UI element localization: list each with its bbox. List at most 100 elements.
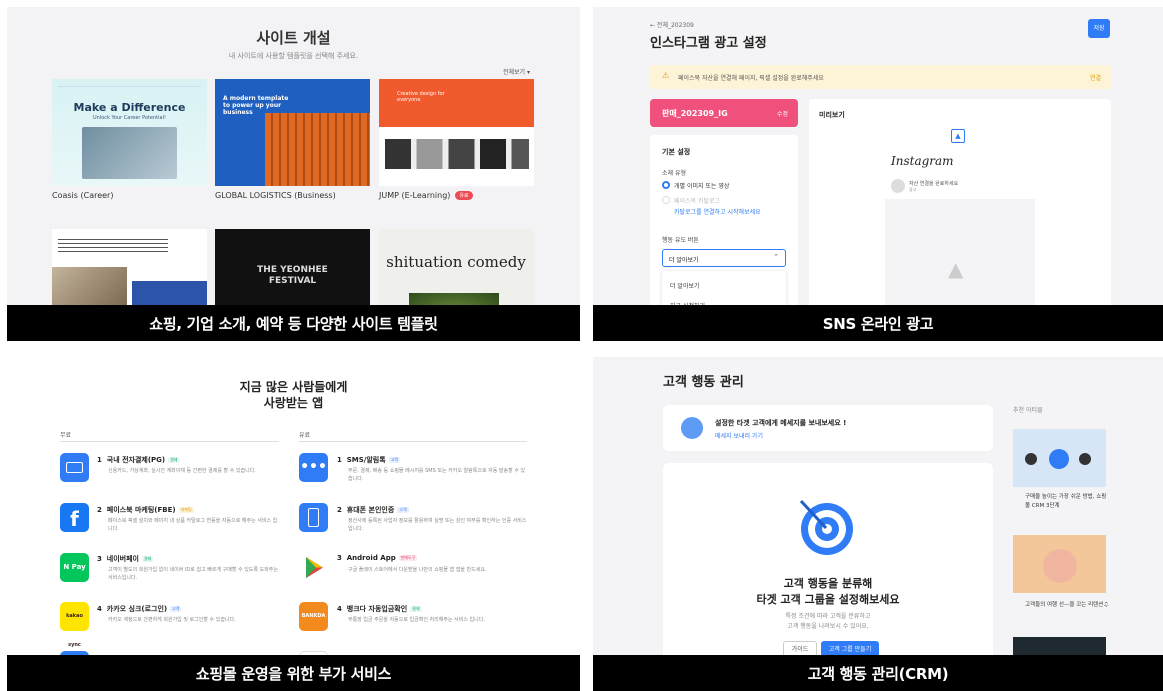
side-title: 추천 아티클 [1013,407,1043,414]
catalog-link[interactable]: 카탈로그를 연결하고 시작해보세요 [674,207,761,216]
panel-addon-services: 지금 많은 사람들에게 사랑받는 앱 무료 유료 1 국내 전자결제(PG) 결제… [7,357,580,691]
campaign-edit-link[interactable]: 수정 [777,109,788,118]
template-hero: Make a Difference [73,101,186,114]
template-card-jump[interactable]: Creative design for everyone [379,79,534,186]
campaign-name: 판매_202309_IG [662,109,728,118]
template-card-coasis[interactable]: Make a Difference Unlock Your Career Pot… [52,79,207,186]
empty-desc-1: 특정 조건에 따라 고객을 분류하고 [785,613,871,620]
avatar [1025,453,1037,465]
view-all-dropdown[interactable]: 전체보기 ▾ [503,67,530,76]
preview-sponsored: 광고 [909,187,917,192]
empty-title-1: 고객 행동을 분류해 [783,577,873,590]
caption: 고객 행동 관리(CRM) [593,655,1163,691]
mountain-icon: ▲ [948,257,964,281]
banner-text: 설정한 타겟 고객에게 메세지를 보내보세요 ! [715,419,847,427]
panel-crm: 고객 행동 관리 설정한 타겟 고객에게 메세지를 보내보세요 ! 메세지 보내… [593,357,1163,691]
empty-desc-2: 고객 행동을 나려보시 수 있어요. [787,623,869,630]
connect-link[interactable]: 연결 [1090,73,1101,82]
naverpay-icon: N Pay [60,553,89,582]
divider [60,441,279,442]
app-desc: 고객이 별도의 회원가입 없이 네이버 ID로 쉽고 빠르게 구매할 수 있도록… [108,567,279,581]
template-thumbs [385,139,529,169]
app-item-naverpay[interactable]: 3 네이버페이 결제 [97,554,154,564]
template-hero: shituation comedy [386,253,526,271]
template-image [82,127,177,179]
preview-title: 미리보기 [819,111,845,119]
google-play-icon [299,553,328,582]
save-button[interactable]: 저장 [1088,19,1110,38]
paid-heading: 유료 [299,432,311,439]
template-card-global-logistics[interactable]: A modern template to power up your busin… [215,79,370,186]
radio-unselected[interactable] [662,196,670,204]
message-banner[interactable]: 설정한 타겟 고객에게 메세지를 보내보세요 ! 메세지 보내러 가기 [663,405,993,451]
page-title: 고객 행동 관리 [663,375,744,390]
page-subtitle: 내 사이트에 사용할 템플릿을 선택해 주세요. [228,52,359,60]
warning-icon: ⚠ [662,71,670,80]
app-desc: 신용카드, 가상계좌, 실시간 계좌이체 등 간편한 결제를 할 수 있습니다. [108,468,256,474]
section-title: 기본 설정 [662,148,691,156]
illustration [1043,549,1077,583]
radio-selected[interactable] [662,181,670,189]
paid-badge: 유료 [455,191,473,200]
empty-state-card: 고객 행동을 분류해 타겟 고객 그룹을 설정해보세요 특정 조건에 따라 고객… [663,463,993,663]
back-link[interactable]: ← 전체_202309 [650,20,694,29]
app-item-phone-auth[interactable]: 2 휴대폰 본인인증 고객 [337,505,409,515]
field-label: 행동 유도 버튼 [662,237,699,244]
template-image [265,113,370,186]
kakao-sync-icon: kakao sync [60,602,89,648]
app-item-android[interactable]: 3 Android App 판매도구 [337,554,418,562]
app-desc: 정산사에 등록된 사업자 정보를 활용하여 실명 또는 성인 여부를 확인하는 … [348,518,527,532]
panel-instagram-ads: ← 전체_202309 인스타그램 광고 설정 저장 ⚠ 페이스북 자산을 연결… [593,7,1163,341]
template-hero-bg [379,79,534,127]
phone-lock-icon [299,503,328,532]
app-item-bankda[interactable]: 4 뱅크다 자동입금확인 결제 [337,604,422,614]
caption: SNS 온라인 광고 [593,305,1163,341]
avatar [891,179,905,193]
notice-bar: ⚠ 페이스북 자산을 연결해 페이지, 픽셀 설정을 완료해주세요 연결 [650,65,1111,89]
bankda-icon: BANKDA [299,602,328,631]
template-label: Coasis (Career) [52,191,114,200]
app-desc: 무통장 입금 주문을 자동으로 입금확인 처리해주는 서비스 입니다. [348,617,485,623]
template-nav [58,83,201,87]
article-thumbnail[interactable] [1013,429,1106,487]
divider [299,441,527,442]
article-title[interactable]: 구매율 높이는 가장 쉬운 방법, 쇼핑몰 CRM 3단계 [1025,493,1111,511]
cta-select[interactable]: 더 알아보기 ⌃ [662,249,786,267]
app-item-pg[interactable]: 1 국내 전자결제(PG) 결제 [97,455,180,465]
article-thumbnail[interactable] [1013,535,1106,593]
dropdown-option[interactable]: 더 알아보기 [670,281,700,290]
banner-link[interactable]: 메세지 보내러 가기 [715,431,763,440]
avatar [1079,453,1091,465]
page-title: 지금 많은 사람들에게 사랑받는 앱 [239,380,348,410]
article-title[interactable]: 고객들의 여행 선—을 꼬는 리텐션♫ [1025,601,1111,610]
page-title: 사이트 개설 [256,29,331,47]
page-title: 인스타그램 광고 설정 [650,36,767,51]
empty-title-2: 타겟 고객 그룹을 설정해보세요 [756,593,900,606]
app-item-kakao[interactable]: 4 카카오 싱크(로그인) 고객 [97,604,182,614]
preview-card: 미리보기 ▲ Instagram 자산 연결을 완료하세요 광고 ▲ [809,99,1111,335]
template-label: JUMP (E-Learning) 유료 [379,191,473,200]
app-desc: 페이스북 픽셀 설치와 페이지 내 상품 카탈로그 연동을 자동으로 해주는 서… [108,518,278,532]
template-hero: Creative design for everyone [397,91,445,103]
target-icon [793,495,857,559]
campaign-header: 판매_202309_IG 수정 [650,99,798,127]
user-avatar-icon [681,417,703,439]
chevron-up-icon: ⌃ [773,253,779,261]
app-item-fbe[interactable]: 2 페이스북 마케팅(FBE) 마케팅 [97,505,194,515]
app-item-sms[interactable]: 1 SMS/알림톡 고객 [337,455,401,465]
instagram-logo: Instagram [891,154,954,168]
template-hero: THE YEONHEE FESTIVAL [257,265,328,286]
caption: 쇼핑몰 운영을 위한 부가 서비스 [7,655,580,691]
notice-text: 페이스북 자산을 연결해 페이지, 픽셀 설정을 완료해주세요 [678,75,824,82]
preview-account: 자산 연결을 완료하세요 [909,181,959,187]
template-text-lines [58,239,168,253]
avatar [1049,449,1069,469]
app-desc: 주문, 결제, 배송 등 쇼핑몰 메시지를 SMS 또는 카카오 알림톡으로 자… [348,468,526,482]
credit-card-icon [60,453,89,482]
image-icon[interactable]: ▲ [951,129,965,143]
template-sub: Unlock Your Career Potential! [93,115,166,121]
free-heading: 무료 [60,432,72,439]
app-desc: 카카오 계정으로 간편하게 회원가입 및 로그인할 수 있습니다. [108,617,236,623]
chat-bubble-icon: ••• [299,453,328,482]
radio-label: 페이스북 카탈로그 [674,198,721,205]
